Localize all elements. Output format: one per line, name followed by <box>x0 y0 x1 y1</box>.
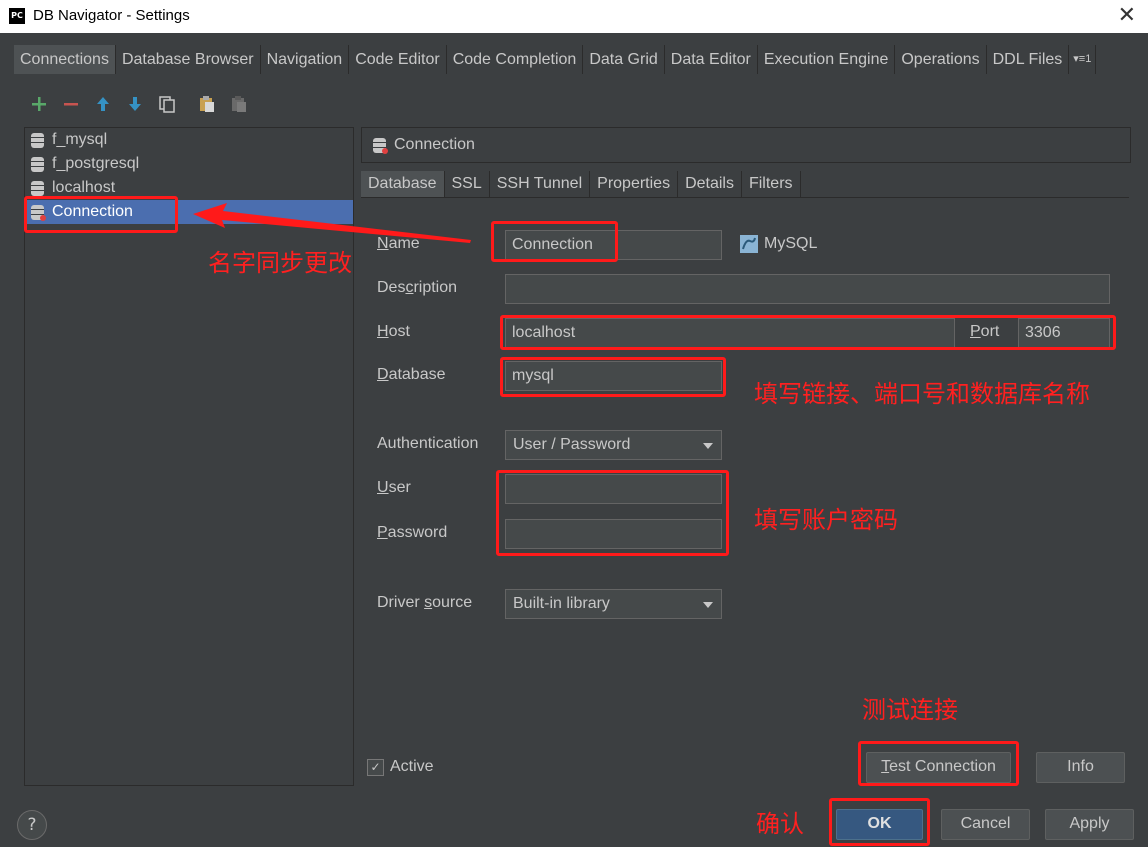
cancel-button[interactable]: Cancel <box>941 809 1030 840</box>
tabs-overflow-menu[interactable]: ▾≡1 <box>1069 45 1097 74</box>
annotation-name-sync: 名字同步更改 <box>208 249 352 277</box>
subtab-properties[interactable]: Properties <box>590 171 679 197</box>
tab-code-completion[interactable]: Code Completion <box>447 45 584 74</box>
connections-toolbar <box>28 92 250 116</box>
mysql-icon <box>740 235 758 253</box>
window-title: DB Navigator - Settings <box>33 7 190 24</box>
highlight-box-host-port <box>500 315 1116 350</box>
subtab-details[interactable]: Details <box>678 171 742 197</box>
annotation-arrow <box>193 203 471 243</box>
authentication-label: Authentication <box>377 435 479 452</box>
annotation-test: 测试连接 <box>862 696 958 724</box>
remove-icon[interactable] <box>60 93 82 115</box>
highlight-box-credentials <box>496 470 729 556</box>
subtab-database[interactable]: Database <box>361 171 445 197</box>
highlight-box-test-connection <box>858 741 1019 786</box>
active-checkbox[interactable]: ✓ <box>367 759 384 776</box>
driver-source-label: Driver source <box>377 594 473 611</box>
annotation-fill-host: 填写链接、端口号和数据库名称 <box>754 380 1090 408</box>
connection-name: f_mysql <box>52 131 108 148</box>
tab-data-editor[interactable]: Data Editor <box>665 45 758 74</box>
database-icon <box>31 180 44 196</box>
list-item[interactable]: f_postgresql <box>25 152 353 176</box>
active-label: Active <box>390 758 434 775</box>
chevron-down-icon <box>703 443 713 449</box>
info-button[interactable]: Info <box>1036 752 1125 783</box>
tab-execution-engine[interactable]: Execution Engine <box>758 45 896 74</box>
tab-operations[interactable]: Operations <box>895 45 987 74</box>
description-field[interactable] <box>505 274 1110 304</box>
apply-button[interactable]: Apply <box>1045 809 1134 840</box>
password-label: Password <box>377 524 448 541</box>
host-label: Host <box>377 323 410 340</box>
tab-code-editor[interactable]: Code Editor <box>349 45 447 74</box>
chevron-down-icon <box>703 602 713 608</box>
annotation-fill-account: 填写账户密码 <box>754 506 898 534</box>
highlight-box-connection-item <box>24 196 178 233</box>
tab-ddl-files[interactable]: DDL Files <box>987 45 1070 74</box>
connection-panel-header: Connection <box>361 127 1131 163</box>
pycharm-app-icon: PC <box>9 8 25 24</box>
close-icon[interactable]: ✕ <box>1118 3 1136 28</box>
panel-title: Connection <box>394 136 475 153</box>
subtab-ssl[interactable]: SSL <box>445 171 490 197</box>
user-label: User <box>377 479 411 496</box>
connection-subtabs: Database SSL SSH Tunnel Properties Detai… <box>361 171 1129 198</box>
database-label: Database <box>377 366 446 383</box>
move-down-icon[interactable] <box>124 93 146 115</box>
help-icon[interactable]: ? <box>17 810 47 840</box>
move-up-icon[interactable] <box>92 93 114 115</box>
subtab-ssh-tunnel[interactable]: SSH Tunnel <box>490 171 591 197</box>
tab-database-browser[interactable]: Database Browser <box>116 45 261 74</box>
tab-navigation[interactable]: Navigation <box>261 45 350 74</box>
tab-connections[interactable]: Connections <box>14 45 116 74</box>
highlight-box-name <box>491 221 618 262</box>
window-titlebar: PC DB Navigator - Settings ✕ <box>0 0 1148 33</box>
connection-name: localhost <box>52 179 116 196</box>
database-icon <box>31 132 44 148</box>
annotation-confirm: 确认 <box>756 810 804 838</box>
add-icon[interactable] <box>28 93 50 115</box>
driver-source-dropdown[interactable]: Built-in library <box>505 589 722 619</box>
copy-icon[interactable] <box>156 93 178 115</box>
connection-name: f_postgresql <box>52 155 140 172</box>
description-label: Description <box>377 279 458 296</box>
paste-icon[interactable] <box>196 93 218 115</box>
database-icon <box>31 156 44 172</box>
highlight-box-ok <box>829 798 930 846</box>
highlight-box-database <box>500 357 726 397</box>
paste-disabled-icon <box>228 93 250 115</box>
subtab-filters[interactable]: Filters <box>742 171 801 197</box>
db-type-label: MySQL <box>764 235 818 252</box>
settings-tabs: Connections Database Browser Navigation … <box>14 45 1134 74</box>
list-item[interactable]: f_mysql <box>25 128 353 152</box>
authentication-dropdown[interactable]: User / Password <box>505 430 722 460</box>
tab-data-grid[interactable]: Data Grid <box>583 45 665 74</box>
database-new-icon <box>373 137 388 154</box>
